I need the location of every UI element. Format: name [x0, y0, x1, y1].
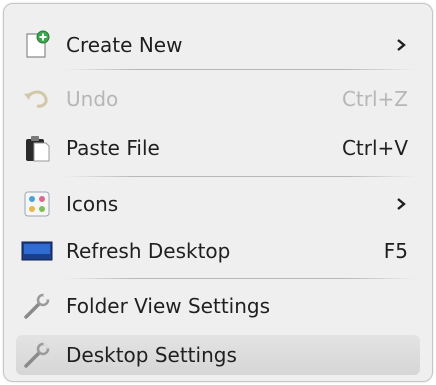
- menu-item-label: Folder View Settings: [66, 294, 271, 318]
- separator: [64, 69, 416, 70]
- separator: [64, 278, 416, 279]
- menu-item-label: Icons: [66, 192, 119, 216]
- context-menu: Create New Undo Ctrl+Z Paste File Ctrl+V: [3, 3, 433, 382]
- new-document-icon: [20, 29, 54, 61]
- undo-icon: [20, 83, 54, 115]
- icons-grid-icon: [20, 188, 54, 220]
- wrench-icon: [20, 339, 54, 371]
- shortcut-label: Ctrl+V: [341, 136, 408, 160]
- separator: [64, 176, 416, 177]
- shortcut-label: F5: [383, 239, 408, 263]
- menu-item-label: Desktop Settings: [66, 343, 237, 367]
- menu-item-undo[interactable]: Undo Ctrl+Z: [16, 79, 420, 119]
- chevron-right-icon: [394, 197, 408, 211]
- menu-item-label: Paste File: [66, 136, 160, 160]
- menu-item-desktop-settings[interactable]: Desktop Settings: [16, 335, 420, 375]
- menu-item-create-new[interactable]: Create New: [16, 25, 420, 65]
- wrench-icon: [20, 290, 54, 322]
- shortcut-label: Ctrl+Z: [341, 87, 408, 111]
- paste-icon: [20, 132, 54, 164]
- menu-item-label: Refresh Desktop: [66, 239, 231, 263]
- menu-item-icons[interactable]: Icons: [16, 184, 420, 224]
- menu-item-label: Create New: [66, 33, 183, 57]
- menu-item-folder-view-settings[interactable]: Folder View Settings: [16, 286, 420, 326]
- menu-item-paste-file[interactable]: Paste File Ctrl+V: [16, 128, 420, 168]
- menu-item-refresh-desktop[interactable]: Refresh Desktop F5: [16, 231, 420, 271]
- menu-item-label: Undo: [66, 87, 119, 111]
- chevron-right-icon: [394, 38, 408, 52]
- monitor-icon: [20, 235, 54, 267]
